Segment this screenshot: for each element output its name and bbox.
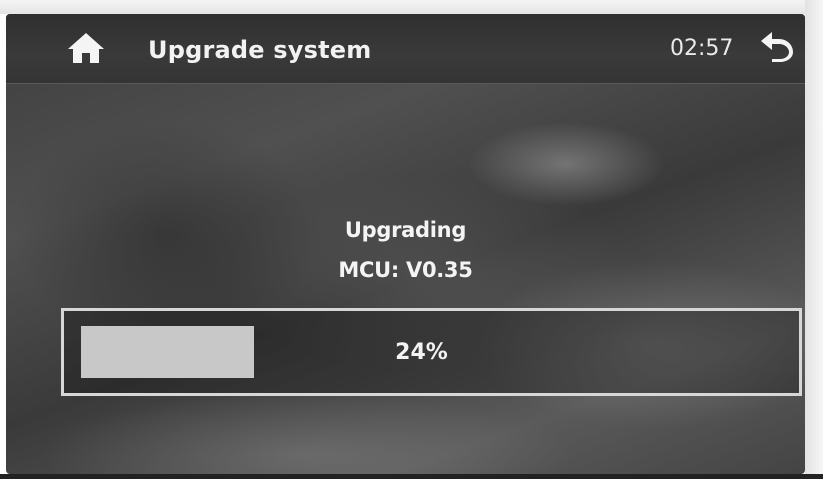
back-button[interactable] xyxy=(754,26,800,70)
status-text: Upgrading xyxy=(344,218,467,242)
upgrade-status: Upgrading MCU: V0.35 xyxy=(6,210,805,290)
device-bezel-top xyxy=(0,0,823,14)
progress-track: 24% xyxy=(72,323,791,381)
screen: Upgrade system 02:57 Upgrading MCU: V0.3… xyxy=(6,14,805,474)
mcu-version: MCU: V0.35 xyxy=(338,258,473,282)
clock: 02:57 xyxy=(670,36,734,61)
device-bezel-right xyxy=(805,0,823,479)
home-icon xyxy=(66,31,106,70)
device-bezel-bottom xyxy=(0,474,823,479)
title-bar: Upgrade system 02:57 xyxy=(6,14,805,84)
page-title: Upgrade system xyxy=(148,36,372,64)
progress-percent: 24% xyxy=(395,339,448,365)
progress-bar: 24% xyxy=(61,308,802,396)
back-arrow-icon xyxy=(758,29,796,68)
device-frame: Upgrade system 02:57 Upgrading MCU: V0.3… xyxy=(0,0,823,479)
home-button[interactable] xyxy=(62,28,110,72)
